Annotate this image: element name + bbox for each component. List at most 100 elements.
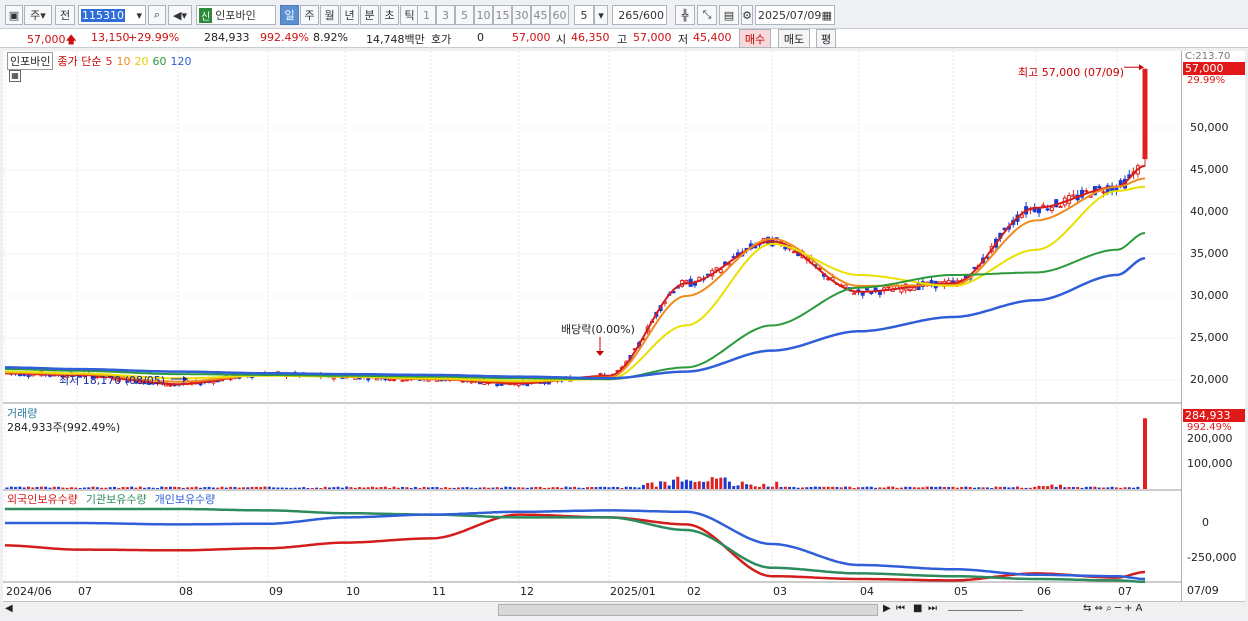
x-tick-label: 2025/01	[610, 585, 656, 598]
interval-button-2[interactable]: 월	[320, 5, 339, 25]
interval-button-4[interactable]: 분	[360, 5, 379, 25]
x-tick-label: 03	[773, 585, 787, 598]
volume-bar	[478, 487, 482, 489]
volume-bar	[160, 486, 164, 489]
volume-bar	[1093, 486, 1097, 489]
candle-body	[1045, 208, 1050, 211]
zoom-slider[interactable]	[948, 610, 1023, 611]
volume-bar	[891, 486, 895, 489]
price-axis-label: 30,000	[1190, 289, 1229, 302]
horizontal-scrollbar[interactable]: ◀ ▶ ⏮ ■ ⏭ ⇆ ⇔ ⌕ ─ + A	[3, 601, 1245, 618]
volume-bar	[263, 486, 267, 489]
volume-bar	[693, 482, 697, 489]
window-menu-icon[interactable]: ▣	[5, 5, 23, 25]
calendar-icon[interactable]: ▦	[822, 9, 832, 22]
step-select[interactable]: 5	[574, 5, 594, 25]
step-button-60[interactable]: 60	[550, 5, 569, 25]
interval-button-3[interactable]: 년	[340, 5, 359, 25]
count-value: 265	[618, 8, 640, 22]
legend-institution-holding[interactable]: 기관보유수량	[86, 491, 147, 507]
volume-bar	[431, 487, 435, 489]
candle-body	[912, 287, 917, 291]
save-icon[interactable]: ▤	[719, 5, 739, 25]
step-button-30[interactable]: 30	[512, 5, 531, 25]
last-page-icon[interactable]: ⏭	[928, 603, 937, 614]
scroll-left-icon[interactable]: ◀	[5, 603, 13, 614]
legend-stock-name[interactable]: 인포바인	[7, 52, 54, 70]
chart-area[interactable]: 2024/06 07 08 09 10 11 12 2025/01 02 03 04 05 06 07 인…	[3, 51, 1181, 601]
period-select[interactable]: 주 ▾	[24, 5, 52, 25]
volume-bar	[594, 487, 598, 489]
eval-button[interactable]: 평	[816, 29, 836, 48]
high-value: 57,000	[633, 31, 672, 44]
step-button-10[interactable]: 10	[474, 5, 493, 25]
volume-bar	[938, 486, 942, 489]
volume-bar	[912, 487, 916, 489]
stock-code-input[interactable]: 115310 ▾	[78, 5, 146, 25]
scroll-right-icon[interactable]: ▶	[883, 603, 891, 614]
change-percent: +29.99%	[128, 31, 180, 44]
first-page-icon[interactable]: ⏮	[896, 603, 905, 614]
step-button-15[interactable]: 15	[493, 5, 512, 25]
volume-bar	[835, 486, 839, 489]
volume-bar	[138, 486, 142, 489]
step-dropdown-icon[interactable]: ▾	[594, 5, 608, 25]
grid-icon[interactable]: ▦	[9, 70, 21, 82]
volume-bar	[409, 487, 413, 489]
scroll-thumb[interactable]	[498, 604, 878, 616]
volume-bar	[568, 487, 572, 489]
date-input[interactable]: 2025/07/09 ▦	[755, 5, 835, 25]
volume-bar	[18, 486, 22, 489]
step-button-45[interactable]: 45	[531, 5, 550, 25]
volume-bar	[684, 479, 688, 489]
candle-body	[400, 379, 405, 382]
buy-button[interactable]: 매수	[739, 29, 771, 48]
volume-bar	[908, 486, 912, 489]
tool-icons[interactable]: ⇆ ⇔ ⌕ ─ + A	[1083, 603, 1143, 614]
hoga-price: 57,000	[512, 31, 551, 44]
interval-button-0[interactable]: 일	[280, 5, 299, 25]
volume-bar	[474, 487, 478, 489]
stop-icon[interactable]: ■	[913, 603, 922, 614]
step-button-5[interactable]: 5	[455, 5, 474, 25]
search-icon[interactable]: ⌕	[148, 5, 166, 25]
settings-icon[interactable]: ⚙	[741, 5, 753, 25]
volume-bar	[1020, 487, 1024, 489]
volume-bar	[985, 487, 989, 489]
step-button-1[interactable]: 1	[417, 5, 436, 25]
volume-bar	[960, 487, 964, 489]
candle-body	[886, 286, 891, 289]
volume-bar	[861, 487, 865, 489]
legend-ma-10: 10	[116, 54, 131, 68]
count-input[interactable]: 265/600	[612, 5, 667, 25]
indicator-icon[interactable]: ╬	[675, 5, 695, 25]
volume-bar	[147, 487, 151, 489]
draw-icon[interactable]: ⤡	[697, 5, 717, 25]
volume-bar	[697, 481, 701, 489]
legend-individual-holding[interactable]: 개인보유수량	[155, 491, 216, 507]
volume-bar	[525, 487, 529, 489]
sell-button[interactable]: 매도	[778, 29, 810, 48]
volume-bar	[74, 487, 78, 489]
legend-ma-title[interactable]: 종가 단순	[57, 53, 101, 69]
interval-button-5[interactable]: 초	[380, 5, 399, 25]
volume-bar	[865, 486, 869, 489]
volume-bar	[482, 487, 486, 489]
speaker-icon[interactable]: ◀▾	[168, 5, 192, 25]
volume-bar	[328, 487, 331, 489]
volume-bar	[1037, 485, 1041, 489]
volume-bar	[573, 486, 577, 489]
prev-button[interactable]: 전	[55, 5, 75, 25]
volume-bar	[1024, 487, 1028, 489]
volume-bar	[199, 487, 202, 489]
candle-body	[873, 287, 878, 291]
high-label: 고	[617, 33, 628, 46]
stock-name-field[interactable]: 신 인포바인	[196, 5, 276, 25]
volume-bar	[1080, 487, 1084, 489]
interval-button-1[interactable]: 주	[300, 5, 319, 25]
price-axis[interactable]: C:213.70 57,000 29.99% 50,000 45,000 40,00…	[1181, 51, 1245, 601]
volume-bar	[616, 487, 620, 489]
volume-bar	[444, 487, 448, 489]
step-button-3[interactable]: 3	[436, 5, 455, 25]
legend-foreign-holding[interactable]: 외국인보유수량	[7, 491, 78, 507]
